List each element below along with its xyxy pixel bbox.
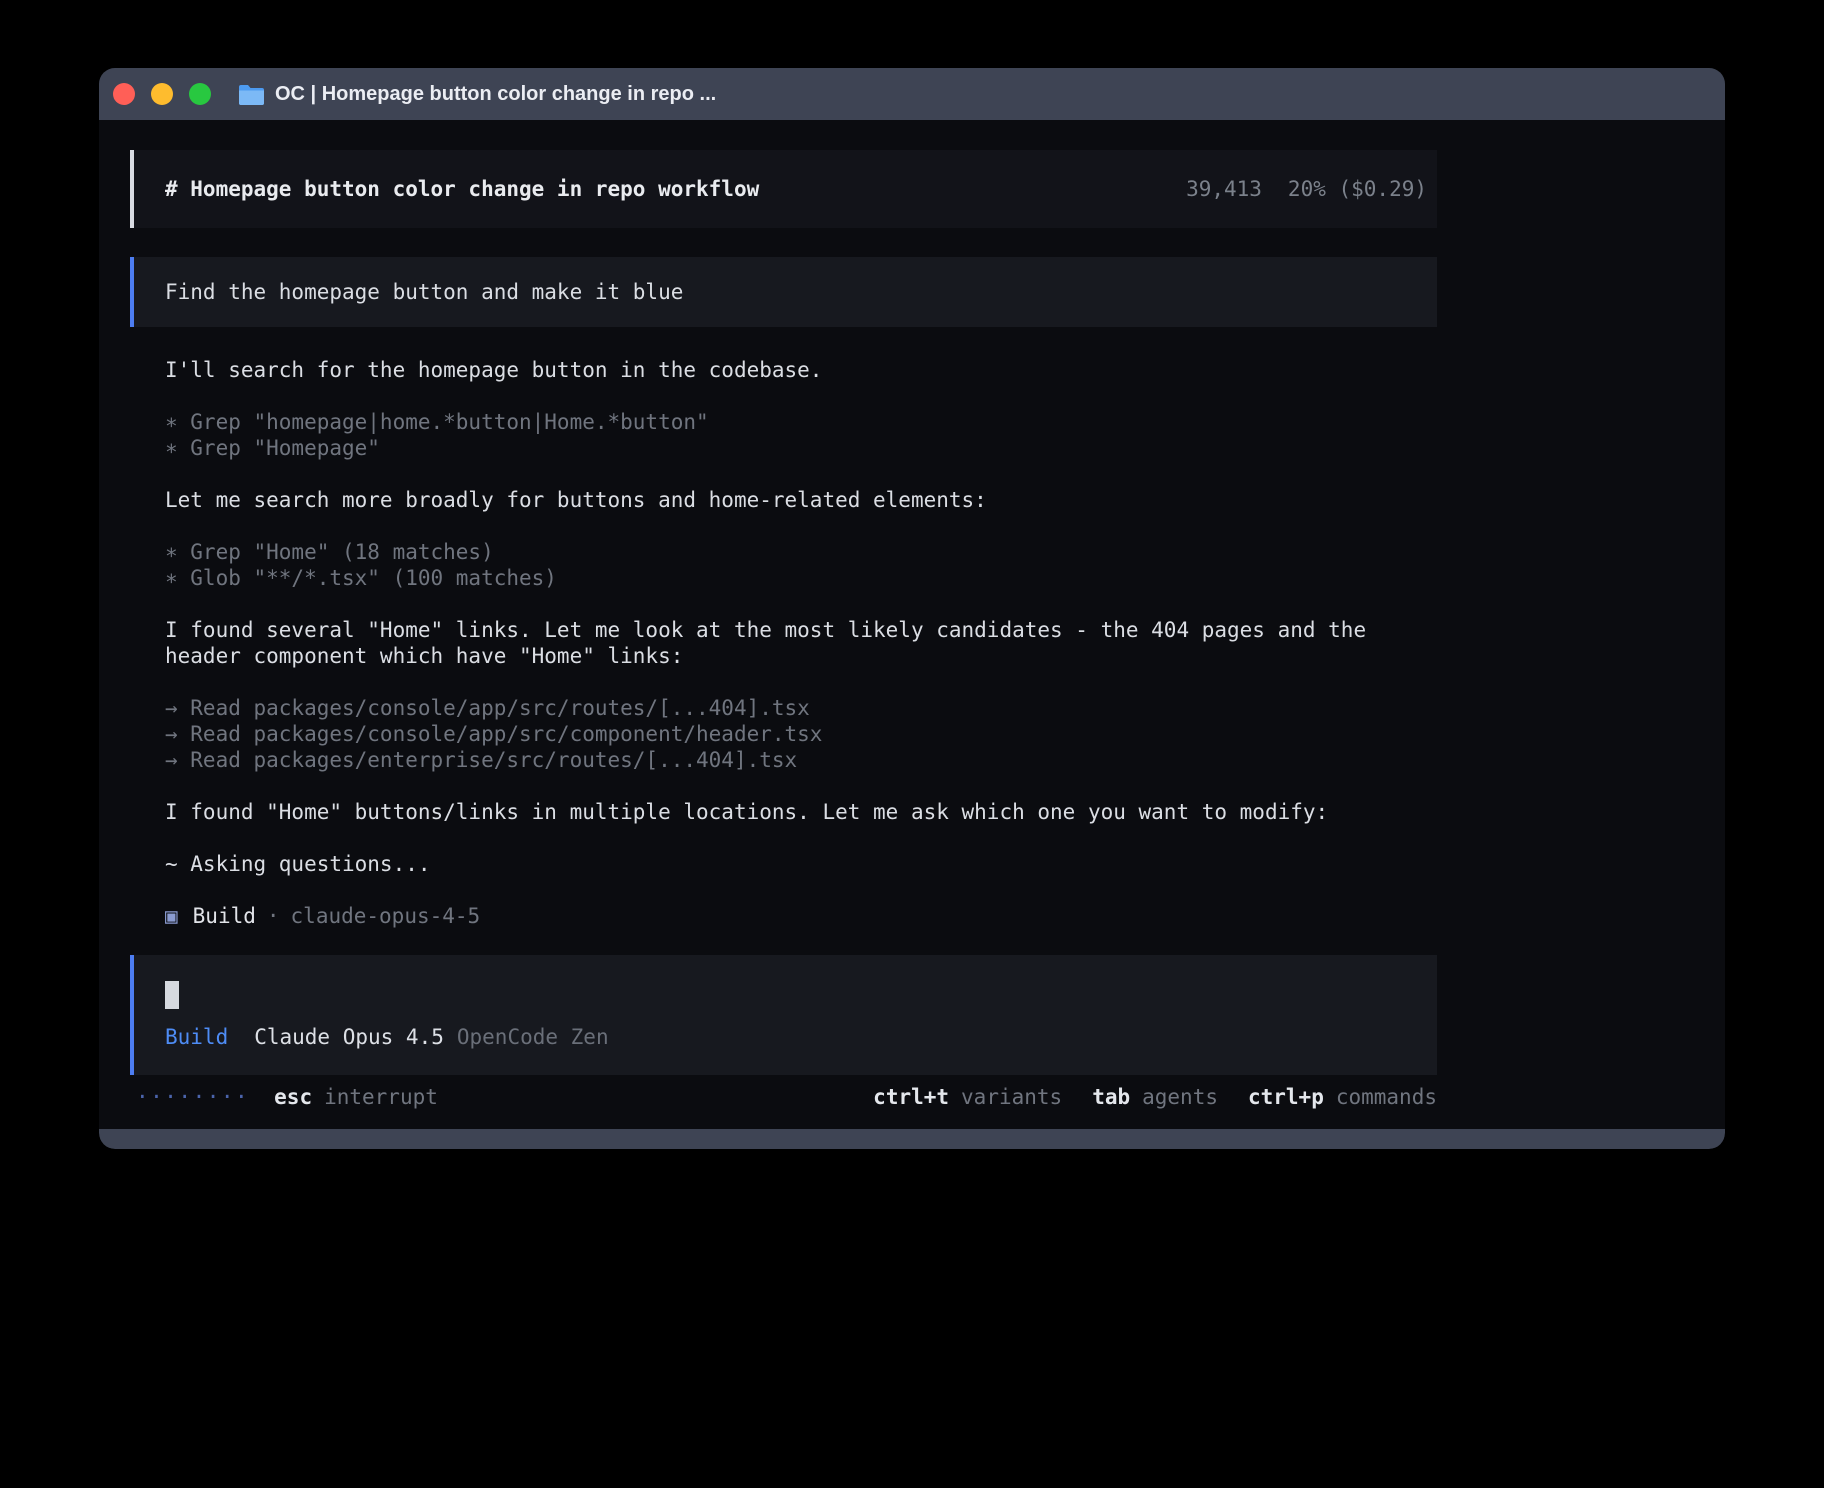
window-titlebar[interactable]: OC | Homepage button color change in rep… [99,68,1725,120]
folder-icon [238,84,265,105]
tool-call-read: → Read packages/enterprise/src/routes/[.… [165,747,1437,773]
traffic-lights [113,83,211,105]
shortcut-hints: ctrl+t variants tab agents ctrl+p comman… [843,1085,1437,1109]
assistant-message: I found "Home" buttons/links in multiple… [165,799,1437,825]
agent-mode-label: Build [165,1025,228,1049]
model-label: Claude Opus 4.5 [254,1025,444,1049]
shortcut-agents: tab agents [1092,1085,1218,1109]
key-hint: ctrl+p [1248,1085,1324,1109]
assistant-message: I found several "Home" links. Let me loo… [165,617,1437,669]
agent-icon: ▣ [165,904,178,928]
asking-questions-status: ~ Asking questions... [165,851,1437,877]
shortcut-commands: ctrl+p commands [1248,1085,1437,1109]
key-hint-label: agents [1142,1085,1218,1109]
zoom-window-button[interactable] [189,83,211,105]
close-window-button[interactable] [113,83,135,105]
key-hint-label: commands [1336,1085,1437,1109]
prompt-input[interactable]: Build Claude Opus 4.5 OpenCode Zen [130,955,1437,1075]
tool-call-glob: ∗ Glob "**/*.tsx" (100 matches) [165,565,1437,591]
key-hint-label: variants [961,1085,1062,1109]
esc-key-hint: esc [274,1085,312,1109]
session-header: # Homepage button color change in repo w… [130,150,1437,228]
input-meta-row: Build Claude Opus 4.5 OpenCode Zen [165,1025,1437,1049]
user-message: Find the homepage button and make it blu… [130,257,1437,327]
tool-call-grep: ∗ Grep "Home" (18 matches) [165,539,1437,565]
agent-model-name: claude-opus-4-5 [291,904,481,928]
window-title: OC | Homepage button color change in rep… [275,83,716,106]
token-count: 39,413 [1186,177,1262,201]
separator-dot: · [267,904,280,928]
key-hint: ctrl+t [873,1085,949,1109]
tool-call-group: ∗ Grep "Home" (18 matches) ∗ Glob "**/*.… [165,539,1437,591]
text-cursor [165,981,179,1009]
window-bottom-edge [99,1129,1725,1149]
agent-status-line: ▣ Build · claude-opus-4-5 [165,903,1437,929]
minimize-window-button[interactable] [151,83,173,105]
terminal-window: OC | Homepage button color change in rep… [99,68,1725,1149]
provider-label: OpenCode Zen [457,1025,609,1049]
assistant-message: Let me search more broadly for buttons a… [165,487,1437,513]
progress-dots: ········ [130,1085,249,1109]
context-usage: 20% ($0.29) [1288,177,1427,201]
key-hint: tab [1092,1085,1130,1109]
tool-call-group: ∗ Grep "homepage|home.*button|Home.*butt… [165,409,1437,461]
tool-call-grep: ∗ Grep "homepage|home.*button|Home.*butt… [165,409,1437,435]
agent-name: Build [193,904,256,928]
tool-call-read: → Read packages/console/app/src/routes/[… [165,695,1437,721]
tool-call-read: → Read packages/console/app/src/componen… [165,721,1437,747]
session-stats: 39,413 20% ($0.29) [1186,177,1427,201]
status-bar: ········ esc interrupt ctrl+t variants t… [130,1083,1437,1111]
tool-call-group: → Read packages/console/app/src/routes/[… [165,695,1437,773]
assistant-message: I'll search for the homepage button in t… [165,357,1437,383]
interrupt-label: interrupt [324,1085,438,1109]
shortcut-variants: ctrl+t variants [873,1085,1062,1109]
user-message-text: Find the homepage button and make it blu… [165,280,683,304]
session-title: # Homepage button color change in repo w… [165,177,759,201]
tool-call-grep: ∗ Grep "Homepage" [165,435,1437,461]
terminal-content: # Homepage button color change in repo w… [99,120,1725,1111]
transcript: I'll search for the homepage button in t… [130,357,1437,929]
